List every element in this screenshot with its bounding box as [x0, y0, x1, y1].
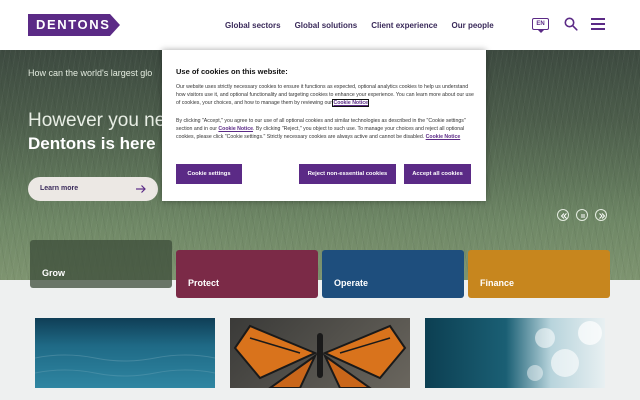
tile-operate-label: Operate — [334, 278, 369, 288]
article-card-ocean[interactable] — [35, 318, 215, 388]
cookie-description-paragraph: Our website uses strictly necessary cook… — [176, 83, 474, 107]
arrow-right-icon — [136, 185, 146, 193]
pause-slide-button[interactable] — [576, 209, 588, 221]
tile-operate[interactable]: Operate — [322, 250, 464, 298]
tile-grow-label: Grow — [42, 268, 66, 278]
cookie-settings-button[interactable]: Cookie settings — [176, 164, 242, 184]
cookie-consent-paragraph: By clicking "Accept," you agree to our u… — [176, 117, 474, 141]
learn-more-button[interactable]: Learn more — [28, 177, 158, 201]
cookie-notice-link-3[interactable]: Cookie Notice — [426, 134, 461, 140]
learn-more-label: Learn more — [40, 185, 79, 192]
previous-slide-button[interactable] — [557, 209, 569, 221]
hamburger-menu-icon[interactable] — [591, 18, 605, 30]
tile-finance-label: Finance — [480, 278, 515, 288]
article-card-frost[interactable] — [425, 318, 605, 388]
cookie-description-text: Our website uses strictly necessary cook… — [176, 84, 474, 106]
search-icon[interactable] — [564, 17, 578, 31]
main-nav: Global sectors Global solutions Client e… — [225, 21, 508, 30]
tile-protect-label: Protect — [188, 278, 220, 288]
cookie-notice-link[interactable]: Cookie Notice — [332, 99, 370, 107]
article-card-butterfly[interactable] — [230, 318, 410, 388]
rewind-icon — [560, 213, 567, 219]
tile-finance[interactable]: Finance — [468, 250, 610, 298]
hero-kicker: How can the world's largest glo — [28, 68, 153, 78]
reject-non-essential-button[interactable]: Reject non-essential cookies — [299, 164, 396, 184]
tile-protect[interactable]: Protect — [176, 250, 318, 298]
butterfly-image — [233, 324, 407, 388]
cookie-dialog-title: Use of cookies on this website: — [176, 67, 288, 76]
ocean-image — [35, 354, 215, 377]
nav-client-experience[interactable]: Client experience — [371, 21, 437, 30]
hero-headline-line2: Dentons is here — [28, 134, 156, 153]
fast-forward-icon — [599, 213, 606, 219]
hero-headline-line1: However you nee — [28, 110, 176, 131]
site-header: DENTONS Global sectors Global solutions … — [0, 0, 640, 50]
language-selector[interactable]: EN — [532, 18, 549, 33]
accept-all-cookies-button[interactable]: Accept all cookies — [404, 164, 471, 184]
nav-global-sectors[interactable]: Global sectors — [225, 21, 281, 30]
frost-image — [527, 321, 602, 381]
pause-icon — [581, 214, 585, 218]
logo-text: DENTONS — [36, 17, 111, 32]
tile-grow[interactable]: Grow — [30, 240, 172, 288]
cookie-consent-dialog: Use of cookies on this website: Our webs… — [162, 50, 486, 201]
next-slide-button[interactable] — [595, 209, 607, 221]
cookie-notice-link-2[interactable]: Cookie Notice — [218, 126, 253, 132]
dentons-logo[interactable]: DENTONS — [28, 14, 120, 36]
nav-our-people[interactable]: Our people — [452, 21, 494, 30]
nav-global-solutions[interactable]: Global solutions — [295, 21, 358, 30]
